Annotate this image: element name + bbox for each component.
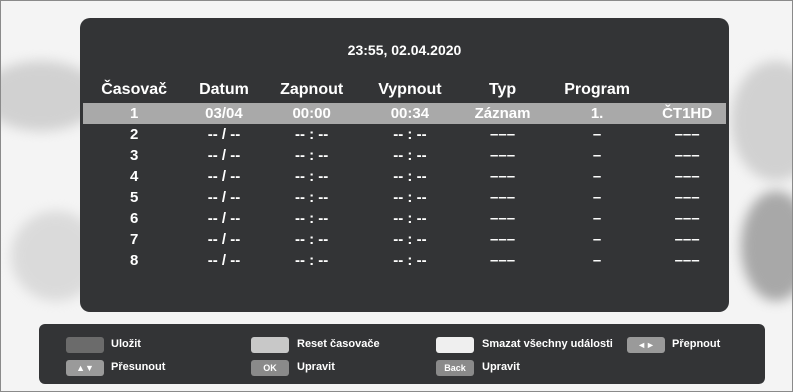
timer-cell: -- : -- [393,168,427,185]
timer-cell: -- / -- [207,231,241,248]
timer-table-body: 1 03/04 00:00 00:34 Záznam 1. ČT1HD 2 -- / -- -- … [83,103,726,271]
timer-table: Časovač Datum Zapnout Vypnout Typ Program 1 03… [83,77,726,271]
timer-cell: -- : -- [393,252,427,269]
timer-cell: -- : -- [294,147,329,164]
left-right-key[interactable]: ◄► [627,337,665,353]
column-header: Časovač [101,81,168,98]
back-key[interactable]: Back [436,360,474,376]
timer-cell: ––– [674,168,700,185]
timer-cell: -- / -- [207,126,241,143]
timer-cell: ––– [490,252,516,269]
timer-cell: ––– [674,231,700,248]
timer-cell: 5 [129,189,139,206]
timer-cell: ––– [674,252,700,269]
timer-row[interactable]: 4 -- / -- -- : -- -- : -- ––– – ––– [83,166,726,187]
timer-cell: ––– [490,126,516,143]
timer-cell: -- : -- [393,189,427,206]
ok-label: Upravit [297,361,335,373]
red-key-save[interactable] [66,337,104,353]
timer-cell: Záznam [459,103,546,124]
timer-cell: -- : -- [294,126,329,143]
timer-cell: – [592,126,602,143]
timer-cell: ––– [674,147,700,164]
timer-cell: -- : -- [294,168,329,185]
timer-cell: -- / -- [207,168,241,185]
timer-cell: 03/04 [185,103,263,124]
timer-cell: -- / -- [207,189,241,206]
timer-cell: ČT1HD [648,103,726,124]
background-smoke [741,191,792,301]
green-key-reset[interactable] [251,337,289,353]
timer-row[interactable]: 1 03/04 00:00 00:34 Záznam 1. ČT1HD [83,103,726,124]
timer-cell: 00:34 [360,103,460,124]
timer-cell: 7 [129,231,139,248]
timer-cell: -- : -- [294,210,329,227]
back-label: Upravit [482,361,520,373]
column-header: Zapnout [280,81,344,98]
timer-cell: -- : -- [294,231,329,248]
delete-all-label: Smazat všechny události [482,338,613,350]
timer-cell: -- : -- [294,252,329,269]
timer-cell: 2 [129,126,139,143]
save-label: Uložit [111,338,141,350]
timer-cell: -- / -- [207,252,241,269]
background-smoke [731,61,792,181]
timer-cell: 3 [129,147,139,164]
move-label: Přesunout [111,361,166,373]
timer-cell: -- / -- [207,147,241,164]
screen-frame: 23:55, 02.04.2020 Časovač Datum Zapnout Vyp… [0,0,793,392]
timer-cell: ––– [674,189,700,206]
timer-cell: 00:00 [262,103,361,124]
timer-cell: – [592,231,602,248]
timer-cell: -- / -- [207,210,241,227]
timer-cell: 1. [545,103,649,124]
clock-datetime: 23:55, 02.04.2020 [347,42,462,58]
timer-row[interactable]: 2 -- / -- -- : -- -- : -- ––– – ––– [83,124,726,145]
key-legend-bar: Uložit Reset časovače Smazat všechny udá… [39,324,765,384]
timer-cell: ––– [490,210,516,227]
timer-row[interactable]: 8 -- / -- -- : -- -- : -- ––– – ––– [83,250,726,271]
timer-cell: – [592,252,602,269]
timer-cell: ––– [490,168,516,185]
timer-panel: 23:55, 02.04.2020 Časovač Datum Zapnout Vyp… [80,18,729,312]
timer-cell: -- : -- [393,147,427,164]
timer-cell: – [592,210,602,227]
switch-label: Přepnout [672,338,721,350]
timer-cell: -- : -- [393,210,427,227]
reset-label: Reset časovače [297,338,380,350]
timer-table-header: Časovač Datum Zapnout Vypnout Typ Program [83,77,726,103]
timer-cell: ––– [490,231,516,248]
timer-cell: -- : -- [294,189,329,206]
column-header: Typ [488,81,517,98]
timer-cell: ––– [674,126,700,143]
timer-cell: ––– [490,189,516,206]
column-header: Vypnout [378,81,442,98]
timer-cell: 8 [129,252,139,269]
column-header: Program [564,81,630,98]
timer-cell: 4 [129,168,139,185]
column-header: Datum [199,81,249,98]
timer-row[interactable]: 7 -- / -- -- : -- -- : -- ––– – ––– [83,229,726,250]
timer-cell: – [592,168,602,185]
timer-cell: 1 [83,103,186,124]
timer-row[interactable]: 3 -- / -- -- : -- -- : -- ––– – ––– [83,145,726,166]
column-header [648,77,726,103]
ok-key[interactable]: OK [251,360,289,376]
timer-cell: ––– [490,147,516,164]
timer-cell: ––– [674,210,700,227]
up-down-key[interactable]: ▲▼ [66,360,104,376]
timer-row[interactable]: 6 -- / -- -- : -- -- : -- ––– – ––– [83,208,726,229]
timer-cell: – [592,147,602,164]
timer-cell: -- : -- [393,126,427,143]
timer-cell: 6 [129,210,139,227]
timer-row[interactable]: 5 -- / -- -- : -- -- : -- ––– – ––– [83,187,726,208]
timer-cell: -- : -- [393,231,427,248]
yellow-key-delete-all[interactable] [436,337,474,353]
timer-cell: – [592,189,602,206]
